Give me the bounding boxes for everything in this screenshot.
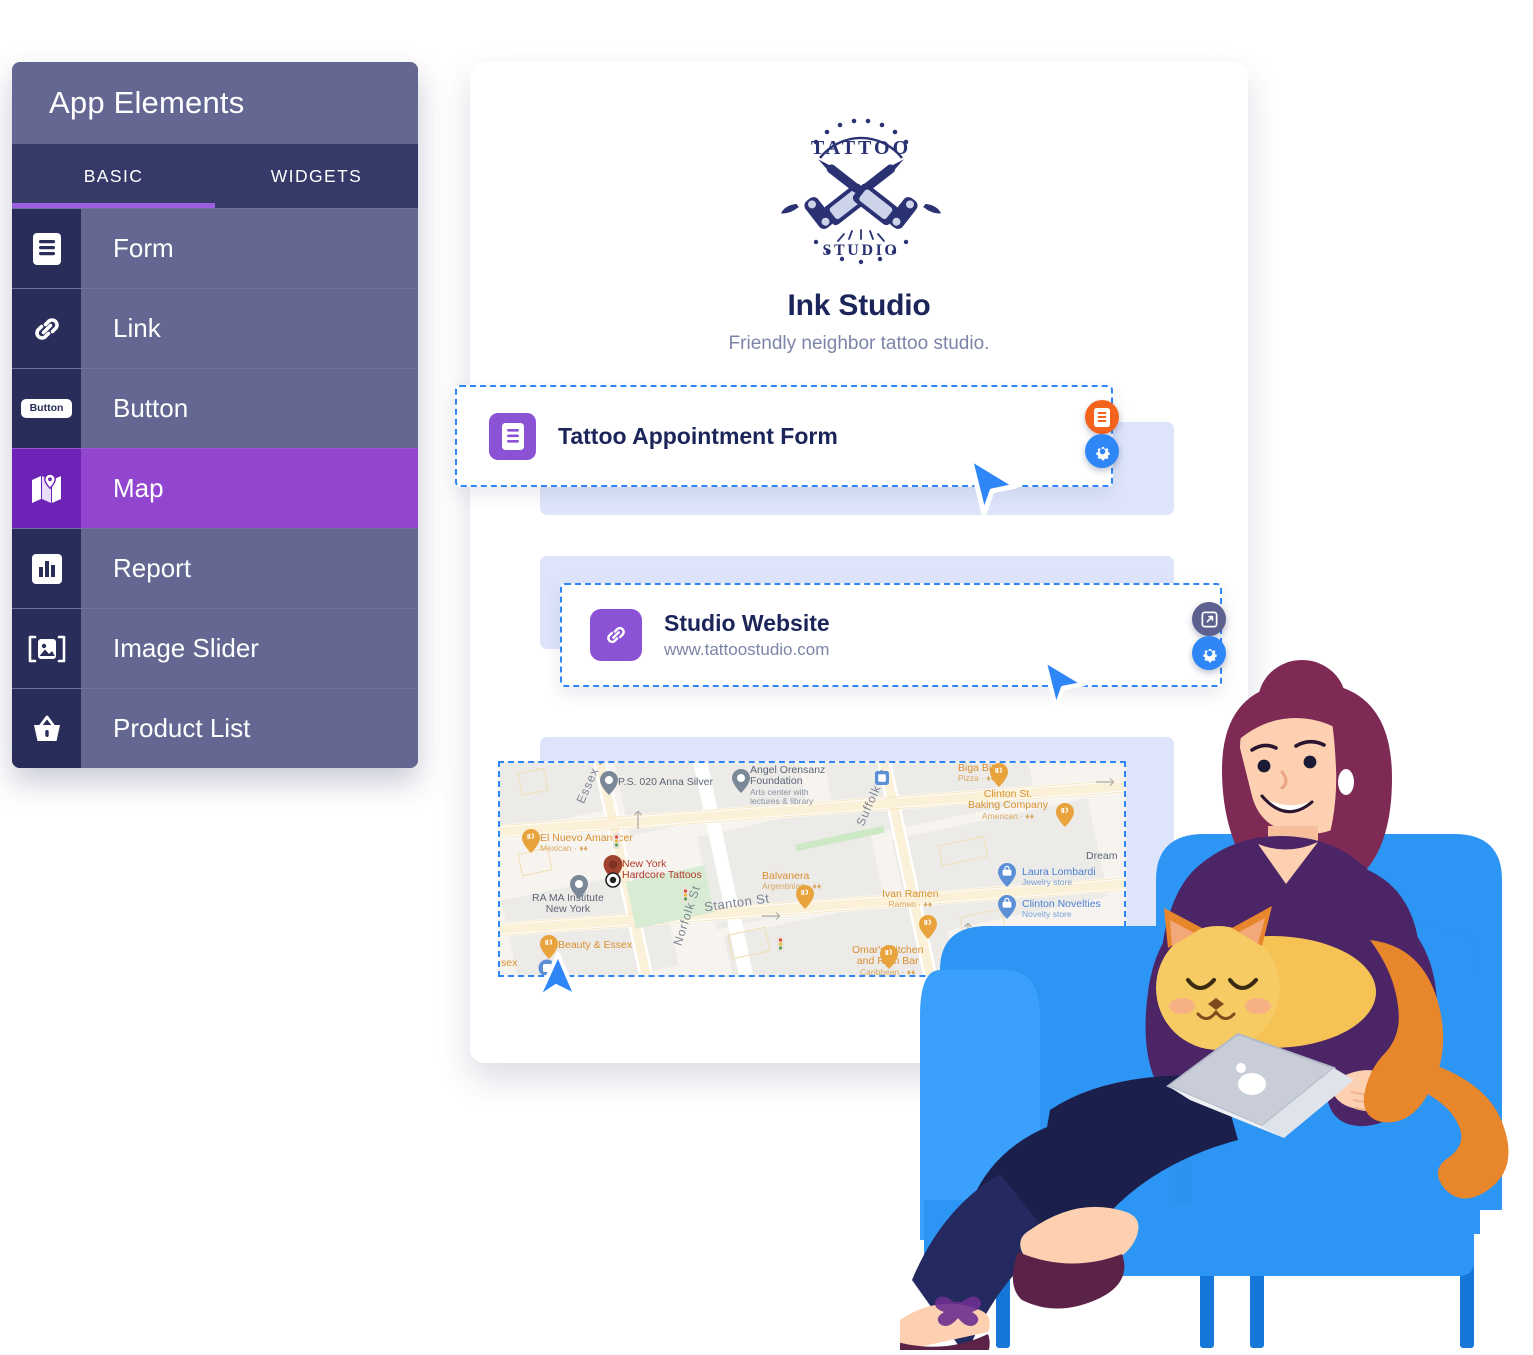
sidebar-item-link[interactable]: Link (12, 288, 418, 368)
sidebar-item-map[interactable]: Map (12, 448, 418, 528)
sidebar-item-label: Report (113, 553, 192, 583)
panel-title: App Elements (12, 62, 418, 144)
woman-with-cat-illustration (887, 640, 1533, 1355)
sidebar-item-form[interactable]: Form (12, 208, 418, 288)
app-elements-panel: App Elements BASIC WIDGETS Form Link But… (12, 62, 418, 768)
map-poi-label: P.S. 020 Anna Silver (618, 776, 713, 788)
studio-logo-block: TATTOO STUDIO Ink Studio Friendly neighb… (470, 102, 1248, 355)
sidebar-item-report[interactable]: Report (12, 528, 418, 608)
sidebar-item-label: Form (113, 233, 174, 263)
map-traffic-signal (682, 887, 689, 903)
image-slider-icon (12, 609, 81, 688)
sidebar-item-label: Link (113, 313, 161, 343)
map-poi-label: sex (501, 957, 518, 969)
sidebar-item-label: Map (113, 473, 164, 503)
form-icon (489, 412, 536, 460)
tattoo-studio-logo: TATTOO STUDIO (780, 118, 942, 265)
pointer-cursor-form (967, 455, 1019, 517)
map-traffic-signal (777, 936, 784, 952)
panel-tabs: BASIC WIDGETS (12, 144, 418, 208)
svg-text:TATTOO: TATTOO (811, 137, 911, 159)
map-pin-foundation (732, 769, 750, 793)
sidebar-item-label: Image Slider (113, 633, 259, 663)
basket-icon (12, 689, 81, 768)
map-direction-arrow (634, 811, 642, 829)
link-icon (590, 609, 642, 661)
map-pin-restaurant (880, 945, 898, 969)
map-poi-label: RA MA Institute New York (532, 892, 604, 916)
brand-tagline: Friendly neighbor tattoo studio. (728, 333, 990, 354)
tab-basic[interactable]: BASIC (12, 144, 215, 208)
button-icon: Button (12, 369, 81, 448)
widget-title: Tattoo Appointment Form (558, 422, 838, 449)
map-pin-selected-tattoos (603, 855, 623, 888)
map-pin-ramaInstitute (570, 875, 588, 899)
form-action-icon[interactable] (1085, 400, 1119, 434)
sidebar-item-button[interactable]: Button Button (12, 368, 418, 448)
map-direction-arrow (762, 912, 780, 920)
report-icon (12, 529, 81, 608)
map-pin-transit (875, 771, 889, 785)
widget-title: Studio Website (664, 609, 830, 636)
sidebar-item-product-list[interactable]: Product List (12, 688, 418, 768)
tab-active-underline (12, 203, 215, 208)
map-icon (12, 449, 81, 528)
sidebar-item-label: Button (113, 393, 189, 423)
widget-subtitle: www.tattoostudio.com (664, 640, 830, 660)
sidebar-item-label: Product List (113, 713, 251, 743)
map-pin-restaurant (522, 829, 540, 853)
map-pin-school (600, 771, 618, 795)
gear-icon[interactable] (1085, 434, 1119, 468)
brand-name: Ink Studio (787, 289, 931, 322)
form-icon (12, 209, 81, 288)
map-traffic-signal (613, 833, 620, 849)
map-pin-restaurant (796, 885, 814, 909)
map-poi-label-highlight: New York Hardcore Tattoos (622, 858, 702, 882)
pointer-cursor-map (536, 952, 578, 1000)
link-icon (12, 289, 81, 368)
sidebar-item-image-slider[interactable]: Image Slider (12, 608, 418, 688)
screen: App Elements BASIC WIDGETS Form Link But… (0, 0, 1533, 1355)
map-poi-label: Angel Orensanz Foundation Arts center with… (750, 764, 826, 806)
external-link-icon[interactable] (1192, 602, 1226, 636)
svg-text:STUDIO: STUDIO (823, 242, 900, 259)
button-icon-label: Button (20, 399, 73, 418)
tab-widgets[interactable]: WIDGETS (215, 144, 418, 208)
